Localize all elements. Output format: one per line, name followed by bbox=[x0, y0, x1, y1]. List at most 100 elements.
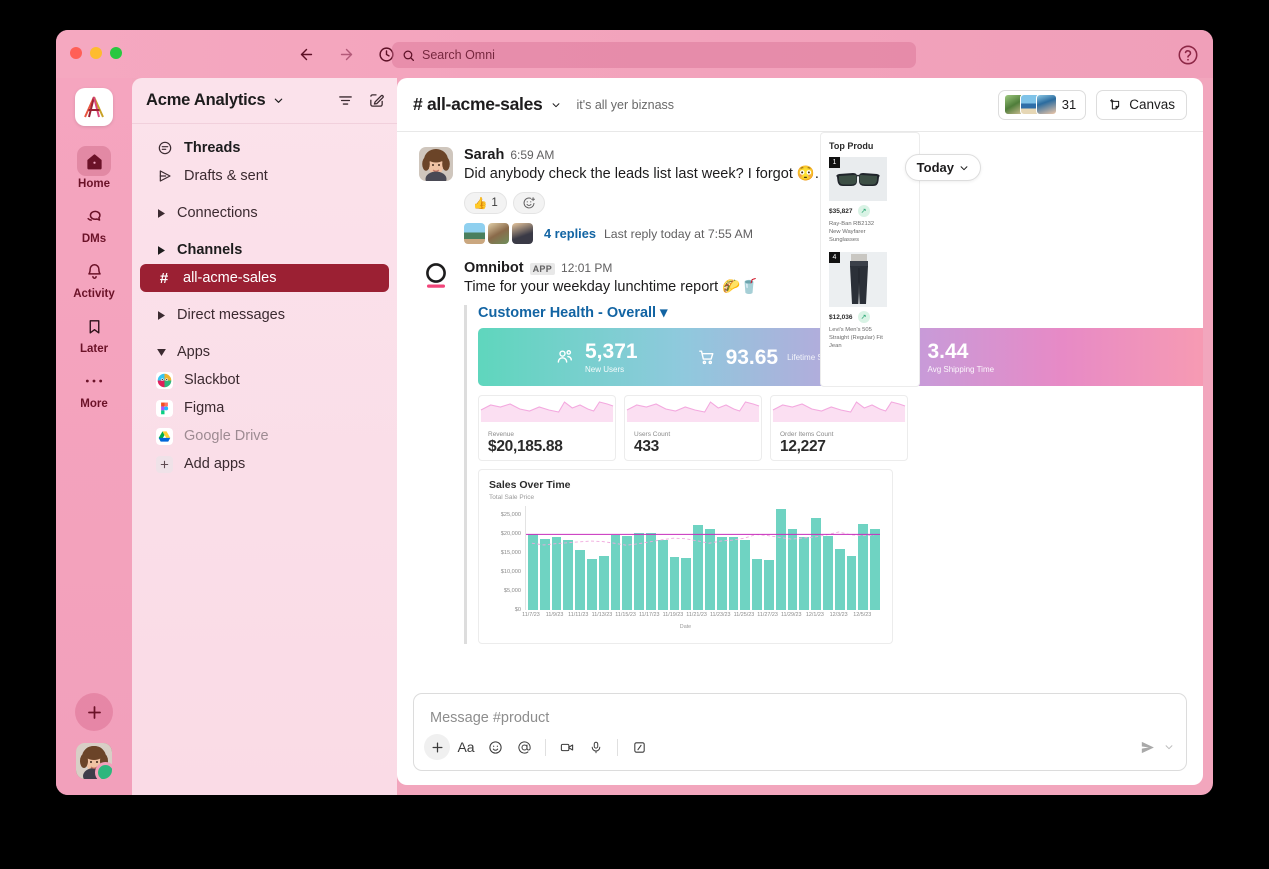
sidebar-item-connections[interactable]: Connections bbox=[140, 199, 389, 227]
workspace-name[interactable]: Acme Analytics bbox=[146, 91, 266, 110]
product-metrics: $12,036 ↗ bbox=[829, 311, 911, 323]
avatar[interactable] bbox=[76, 743, 112, 779]
y-axis-tick: $20,000 bbox=[500, 531, 521, 538]
search-input[interactable]: Search Omni bbox=[392, 42, 916, 68]
sidebar-header-actions bbox=[337, 92, 385, 109]
sidebar-item-google-drive[interactable]: Google Drive bbox=[140, 422, 389, 450]
video-icon[interactable] bbox=[554, 734, 580, 760]
emoji-icon[interactable] bbox=[482, 734, 508, 760]
sidebar-label-threads: Threads bbox=[184, 140, 241, 156]
kpi-card-revenue[interactable]: Revenue $20,185.88 bbox=[478, 395, 616, 461]
sidebar-item-channels[interactable]: Channels bbox=[140, 236, 389, 264]
caret-down-icon[interactable]: ▾ bbox=[660, 305, 667, 321]
chevron-down-icon[interactable] bbox=[551, 100, 561, 110]
date-divider-today[interactable]: Today bbox=[904, 154, 981, 181]
member-count: 31 bbox=[1061, 97, 1077, 112]
message-timestamp[interactable]: 12:01 PM bbox=[561, 261, 612, 275]
chart-plot bbox=[525, 506, 880, 610]
caret-right-icon[interactable] bbox=[156, 245, 166, 255]
rail-item-activity[interactable]: Activity bbox=[66, 256, 122, 300]
reaction-thumbsup[interactable]: 👍 1 bbox=[464, 192, 507, 214]
kpi-card-value: $20,185.88 bbox=[488, 438, 563, 455]
workspace-logo[interactable] bbox=[75, 88, 113, 126]
ellipsis-icon bbox=[77, 366, 111, 396]
avatar[interactable] bbox=[419, 147, 453, 181]
sales-over-time-chart[interactable]: Sales Over Time Total Sale Price $25,000… bbox=[478, 469, 893, 644]
app-window: Search Omni Home DMs Activity Later More… bbox=[56, 30, 1213, 795]
minimize-window-button[interactable] bbox=[90, 47, 102, 59]
kpi-card-users-count[interactable]: Users Count 433 bbox=[624, 395, 762, 461]
page-title[interactable]: # all-acme-sales bbox=[413, 94, 543, 115]
sidebar-item-all-acme-sales[interactable]: # all-acme-sales bbox=[140, 264, 389, 292]
x-axis-tick: 11/17/23 bbox=[638, 612, 660, 618]
close-window-button[interactable] bbox=[70, 47, 82, 59]
trend-up-icon: ↗ bbox=[857, 311, 870, 323]
sidebar-item-drafts[interactable]: Drafts & sent bbox=[140, 162, 389, 190]
top-product-item[interactable]: 4 $12,036 ↗ Levi's Men's 505 Straight (R… bbox=[829, 252, 911, 350]
rail-item-home[interactable]: Home bbox=[66, 146, 122, 190]
member-avatars bbox=[1003, 94, 1057, 115]
sidebar-label-apps: Apps bbox=[177, 344, 211, 360]
add-reaction-button[interactable] bbox=[512, 192, 545, 214]
sidebar-item-figma[interactable]: Figma bbox=[140, 394, 389, 422]
message-list[interactable]: Today Sarah 6:59 AM Did anybody check th… bbox=[397, 132, 1203, 698]
kpi-caption: New Users bbox=[585, 364, 625, 374]
chart-subtitle: Total Sale Price bbox=[489, 494, 535, 501]
message-input[interactable]: Message #product bbox=[430, 710, 549, 726]
chart-title: Sales Over Time bbox=[489, 479, 571, 491]
caret-right-icon[interactable] bbox=[156, 208, 166, 218]
channel-topic[interactable]: it's all yer biznass bbox=[576, 98, 674, 112]
back-icon[interactable] bbox=[294, 42, 318, 66]
new-message-button[interactable] bbox=[75, 693, 113, 731]
avatar-image bbox=[419, 147, 453, 181]
main-panel: # all-acme-sales it's all yer biznass 31… bbox=[397, 78, 1203, 785]
kpi-card-order-items-count[interactable]: Order Items Count 12,227 bbox=[770, 395, 908, 461]
sidebar-item-threads[interactable]: Threads bbox=[140, 134, 389, 162]
caret-down-icon[interactable] bbox=[156, 348, 166, 356]
top-product-item[interactable]: 1 $35,827 ↗ Ray-Ban RB2132 New Wayfarer … bbox=[829, 157, 911, 244]
sidebar-label-connections: Connections bbox=[177, 205, 258, 221]
traffic-lights bbox=[70, 47, 122, 59]
product-image: 4 bbox=[829, 252, 887, 307]
avatar-image bbox=[76, 743, 112, 779]
send-icon[interactable] bbox=[1134, 734, 1160, 760]
format-icon[interactable]: Aa bbox=[453, 734, 479, 760]
compose-icon[interactable] bbox=[368, 92, 385, 109]
sidebar-item-direct-messages[interactable]: Direct messages bbox=[140, 301, 389, 329]
rail-item-more[interactable]: More bbox=[66, 366, 122, 410]
rail-label-home: Home bbox=[78, 178, 110, 190]
top-products-title: Top Produ bbox=[829, 141, 874, 151]
y-axis-tick: $0 bbox=[514, 607, 521, 613]
filter-icon[interactable] bbox=[337, 92, 354, 109]
avatar[interactable] bbox=[419, 260, 453, 294]
rail-item-dms[interactable]: DMs bbox=[66, 201, 122, 245]
rail-item-later[interactable]: Later bbox=[66, 311, 122, 355]
composer-box[interactable]: Message #product Aa bbox=[413, 693, 1187, 771]
plus-icon[interactable] bbox=[424, 734, 450, 760]
mic-icon[interactable] bbox=[583, 734, 609, 760]
sidebar-item-slackbot[interactable]: Slackbot bbox=[140, 366, 389, 394]
maximize-window-button[interactable] bbox=[110, 47, 122, 59]
chevron-down-icon[interactable] bbox=[1162, 734, 1176, 760]
canvas-button[interactable]: Canvas bbox=[1096, 89, 1187, 120]
chevron-down-icon[interactable] bbox=[273, 95, 284, 106]
sidebar-item-apps[interactable]: Apps bbox=[140, 338, 389, 366]
thread-last-reply: Last reply today at 7:55 AM bbox=[603, 226, 753, 241]
message-author[interactable]: Sarah bbox=[464, 147, 504, 163]
mention-icon[interactable] bbox=[511, 734, 537, 760]
help-icon[interactable] bbox=[1177, 44, 1199, 66]
caret-right-icon[interactable] bbox=[156, 310, 166, 320]
slash-icon[interactable] bbox=[626, 734, 652, 760]
kpi-card-caption: Users Count bbox=[634, 431, 671, 438]
dashboard-image[interactable]: 5,371 New Users 93.65 Lifetime Spend 3.4… bbox=[478, 132, 1203, 644]
product-image: 1 bbox=[829, 157, 887, 201]
x-axis-labels: 11/7/23 11/9/23 11/11/23 11/13/23 11/15/23 11… bbox=[522, 612, 880, 624]
sparkline bbox=[480, 401, 614, 422]
sidebar-item-add-apps[interactable]: Add apps bbox=[140, 450, 389, 478]
forward-icon[interactable] bbox=[334, 42, 358, 66]
members-button[interactable]: 31 bbox=[997, 89, 1087, 120]
message-timestamp[interactable]: 6:59 AM bbox=[510, 148, 554, 162]
home-icon bbox=[77, 146, 111, 176]
sidebar-label-all-acme-sales: all-acme-sales bbox=[183, 270, 277, 286]
message-author[interactable]: Omnibot bbox=[464, 260, 524, 276]
